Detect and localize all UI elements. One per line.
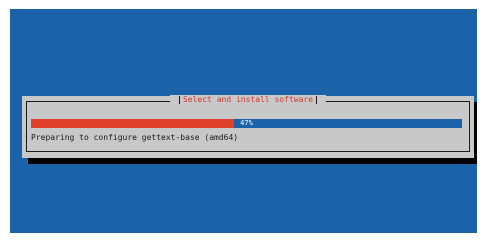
title-left-tick (178, 96, 180, 104)
status-message: Preparing to configure gettext-base (amd… (31, 133, 239, 142)
progress-bar: 47% (31, 119, 462, 128)
progress-percent: 47% (240, 119, 253, 127)
dialog-title: Select and install software (169, 95, 327, 105)
title-right-tick (316, 96, 318, 104)
dialog-title-text: Select and install software (182, 95, 314, 104)
progress-dialog: Select and install software 47% Preparin… (22, 95, 474, 158)
installer-screen: Select and install software 47% Preparin… (10, 9, 477, 233)
